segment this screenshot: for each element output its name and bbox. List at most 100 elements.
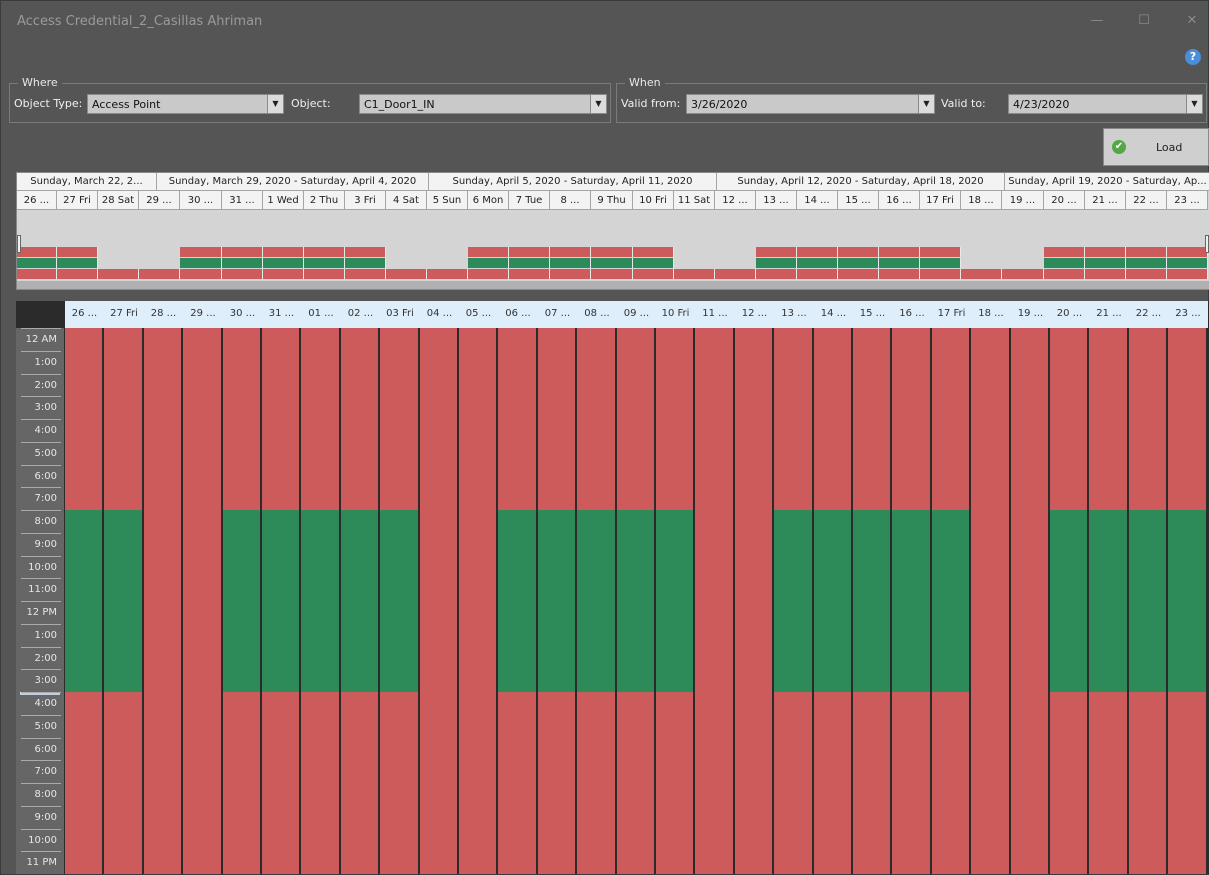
schedule-day-column-workday[interactable] [932,328,969,874]
day-header-cell[interactable]: 1 Wed [263,191,304,210]
overview-day-bar-workday [17,247,57,257]
day-header-cell[interactable]: 9 Thu [591,191,633,210]
schedule-day-column-offday[interactable] [183,328,221,874]
schedule-day-column-workday[interactable] [65,328,102,874]
overview-day-bar-workday [222,258,263,268]
overview-day-bar-workday [1044,269,1085,279]
load-button[interactable]: ✔ Load [1103,128,1209,166]
day-header-cell[interactable]: 18 ... [961,191,1002,210]
chevron-down-icon[interactable]: ▼ [590,95,606,113]
day-header-cell[interactable]: 10 Fri [633,191,674,210]
overview-day-bar-workday [345,247,386,257]
day-header-cell[interactable]: 28 Sat [98,191,139,210]
day-header-cell[interactable]: 13 ... [756,191,797,210]
schedule-day-column-offday[interactable] [420,328,457,874]
schedule-column-header: 04 ... [426,308,453,319]
day-header-cell[interactable]: 26 ... [17,191,57,210]
schedule-day-column-workday[interactable] [774,328,812,874]
schedule-day-column-workday[interactable] [223,328,260,874]
range-start-handle[interactable] [17,235,21,253]
day-header-cell[interactable]: 30 ... [180,191,222,210]
day-header-cell[interactable]: 3 Fri [345,191,386,210]
day-header-cell[interactable]: 12 ... [715,191,756,210]
maximize-button[interactable]: ☐ [1129,9,1159,33]
overview-day-bar-workday [345,258,386,268]
schedule-day-column-workday[interactable] [577,328,615,874]
hour-label: 1:00 [21,624,61,646]
schedule-day-column-workday[interactable] [853,328,890,874]
valid-to-date-picker[interactable]: 4/23/2020 ▼ [1008,94,1203,114]
chevron-down-icon[interactable]: ▼ [918,95,934,113]
object-type-select[interactable]: Access Point ▼ [87,94,284,114]
credential-window: Access Credential_2_Casillas Ahriman — ☐… [0,0,1209,875]
overview-scrollbar[interactable] [17,281,1209,289]
schedule-day-column-workday[interactable] [104,328,142,874]
close-button[interactable]: ✕ [1177,9,1207,33]
day-header-cell[interactable]: 7 Tue [509,191,550,210]
schedule-day-column-offday[interactable] [1011,328,1048,874]
help-icon[interactable]: ? [1185,49,1201,65]
schedule-day-column-workday[interactable] [301,328,339,874]
day-header-cell[interactable]: 23 ... [1167,191,1208,210]
schedule-day-column-workday[interactable] [1129,328,1166,874]
schedule-day-column-workday[interactable] [380,328,418,874]
chevron-down-icon[interactable]: ▼ [267,95,283,113]
day-header-cell[interactable]: 2 Thu [304,191,345,210]
schedule-column-header: 19 ... [1017,308,1044,319]
day-header-cell[interactable]: 21 ... [1085,191,1126,210]
schedule-day-column-workday[interactable] [1089,328,1127,874]
day-header-cell[interactable]: 22 ... [1126,191,1167,210]
schedule-day-column-workday[interactable] [892,328,930,874]
valid-from-date-picker[interactable]: 3/26/2020 ▼ [686,94,935,114]
day-header-cell[interactable]: 29 ... [139,191,180,210]
schedule-day-column-workday[interactable] [538,328,575,874]
day-header-cell[interactable]: 20 ... [1044,191,1085,210]
schedule-day-column-workday[interactable] [617,328,654,874]
day-header-cell[interactable]: 19 ... [1002,191,1044,210]
schedule-column-header: 17 Fri [937,308,966,319]
schedule-column-header: 11 ... [702,308,728,319]
week-header-cell: Sunday, March 22, 2... [17,173,157,191]
range-end-handle[interactable] [1205,235,1209,253]
day-header-cell[interactable]: 31 ... [222,191,263,210]
day-header-cell[interactable]: 17 Fri [920,191,961,210]
day-header-cell[interactable]: 27 Fri [57,191,98,210]
overview-timeline[interactable]: Sunday, March 22, 2... Sunday, March 29, … [16,172,1209,290]
access-granted-block [538,510,575,692]
schedule-day-column-offday[interactable] [735,328,772,874]
schedule-column-header: 23 ... [1175,308,1201,319]
overview-day-bar-workday [550,247,591,257]
schedule-column-header: 06 ... [505,308,531,319]
schedule-day-column-offday[interactable] [971,328,1009,874]
day-header-cell[interactable]: 14 ... [797,191,838,210]
schedule-day-column-workday[interactable] [498,328,536,874]
hour-label: 2:00 [21,647,61,669]
schedule-day-column-offday[interactable] [144,328,181,874]
day-header-cell[interactable]: 11 Sat [674,191,715,210]
day-header-cell[interactable]: 16 ... [879,191,920,210]
day-header-cell[interactable]: 5 Sun [427,191,468,210]
schedule-day-column-offday[interactable] [695,328,733,874]
overview-day-bar-workday [1085,258,1126,268]
day-header-cell[interactable]: 4 Sat [386,191,427,210]
when-group-label: When [625,76,665,89]
access-granted-block [932,510,969,692]
schedule-day-column-workday[interactable] [262,328,299,874]
chevron-down-icon[interactable]: ▼ [1186,95,1202,113]
day-header-cell[interactable]: 6 Mon [468,191,509,210]
access-granted-block [577,510,615,692]
schedule-day-column-workday[interactable] [341,328,378,874]
schedule-day-column-offday[interactable] [459,328,496,874]
object-select[interactable]: C1_Door1_IN ▼ [359,94,607,114]
access-granted-block [1168,510,1206,692]
day-header-cell[interactable]: 8 ... [550,191,591,210]
schedule-day-column-workday[interactable] [814,328,851,874]
schedule-day-column-workday[interactable] [1050,328,1087,874]
day-header-cell[interactable]: 15 ... [838,191,879,210]
schedule-day-column-workday[interactable] [1168,328,1206,874]
access-granted-block [262,510,299,692]
schedule-day-column-workday[interactable] [656,328,693,874]
minimize-button[interactable]: — [1082,9,1112,33]
schedule-column-header: 20 ... [1056,308,1083,319]
overview-day-bar-workday [180,269,222,279]
